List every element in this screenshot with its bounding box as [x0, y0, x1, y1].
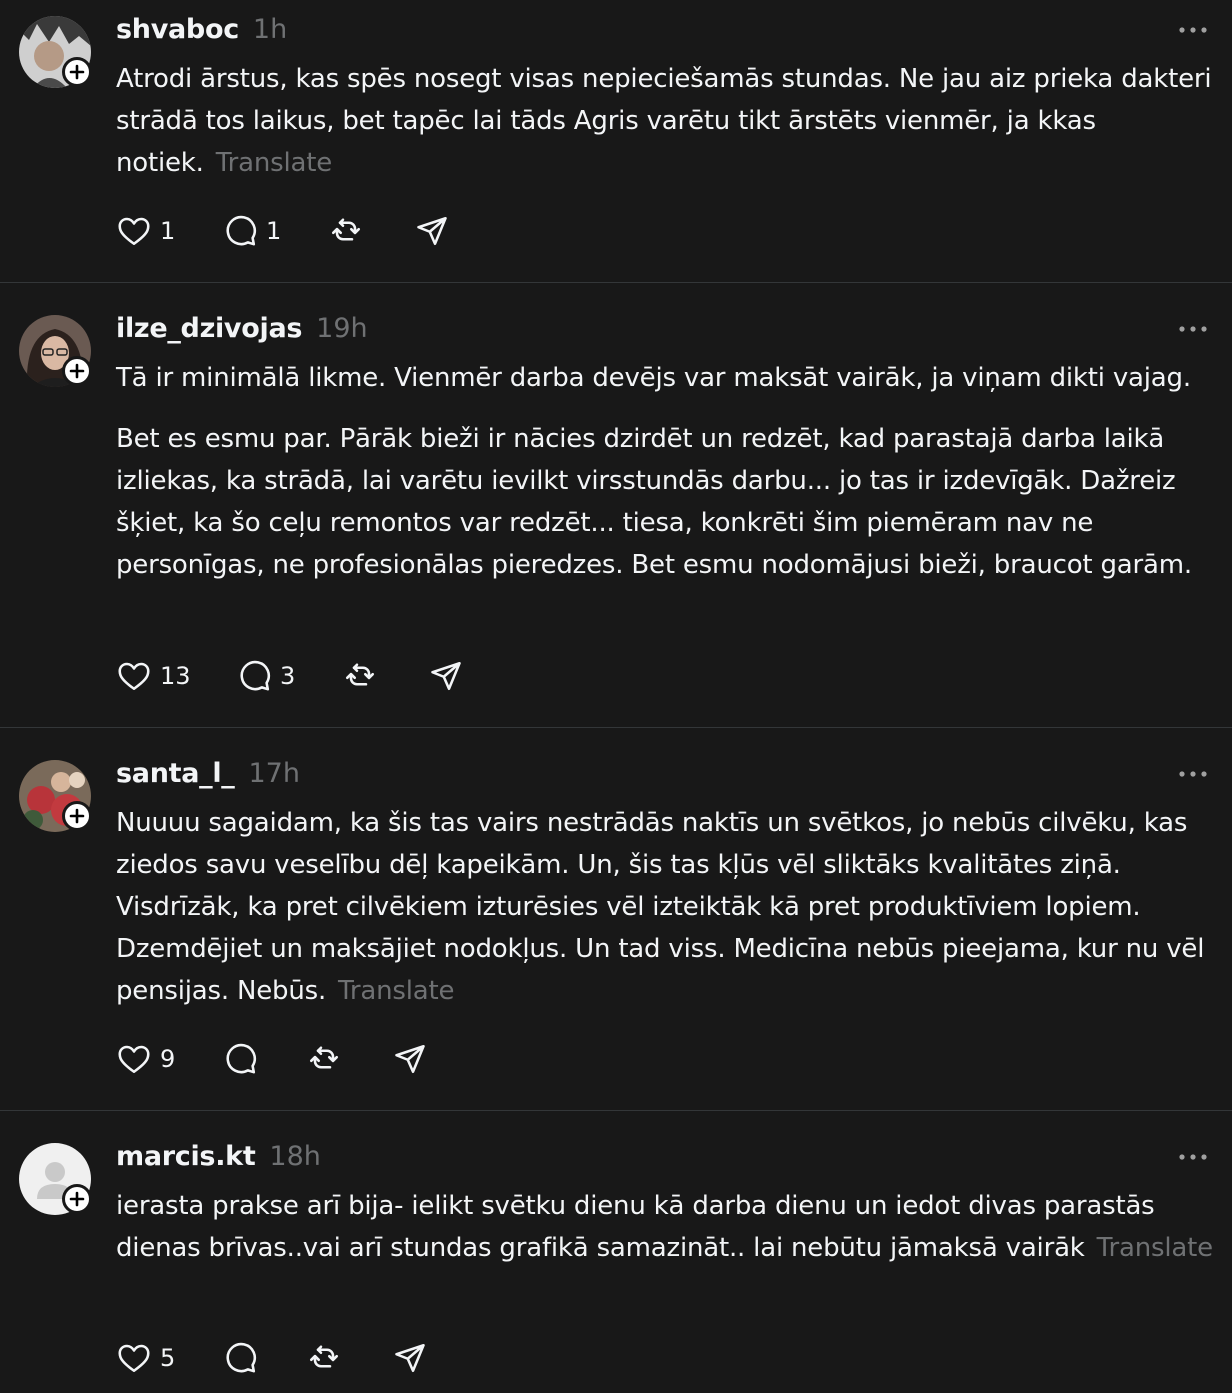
send-icon	[417, 216, 447, 246]
plus-icon	[69, 808, 85, 824]
post-time[interactable]: 19h	[316, 313, 367, 344]
post-text: Tā ir minimālā likme. Vienmēr darba devē…	[116, 357, 1216, 586]
like-count: 9	[160, 1045, 176, 1073]
heart-icon	[118, 1045, 150, 1074]
reply-count: 1	[266, 217, 282, 245]
send-icon	[395, 1044, 425, 1074]
post-time[interactable]: 17h	[249, 758, 300, 789]
comment-icon	[226, 215, 256, 246]
like-button[interactable]: 1	[116, 213, 175, 249]
repost-icon	[345, 663, 375, 686]
username[interactable]: santa_l_	[116, 758, 235, 789]
repost-button[interactable]	[306, 1340, 342, 1376]
post-time[interactable]: 18h	[269, 1141, 320, 1172]
follow-button[interactable]	[62, 57, 92, 87]
username[interactable]: shvaboc	[116, 14, 239, 45]
more-dots-icon[interactable]	[1178, 25, 1208, 35]
comment-icon	[226, 1043, 256, 1074]
follow-button[interactable]	[62, 1184, 92, 1214]
more-dots-icon[interactable]	[1178, 324, 1208, 334]
share-button[interactable]	[392, 1340, 428, 1376]
plus-icon	[69, 363, 85, 379]
post-time[interactable]: 1h	[253, 14, 287, 45]
like-count: 5	[160, 1344, 176, 1372]
reply-button[interactable]	[222, 1041, 258, 1077]
comment-icon	[240, 660, 270, 691]
share-button[interactable]	[392, 1041, 428, 1077]
divider	[0, 727, 1232, 728]
post-text: Atrodi ārstus, kas spēs nosegt visas nep…	[116, 58, 1216, 184]
reply-button[interactable]: 3	[236, 658, 295, 694]
share-button[interactable]	[414, 213, 450, 249]
plus-icon	[69, 64, 85, 80]
heart-icon	[118, 662, 150, 691]
divider	[0, 1110, 1232, 1111]
post-paragraph: Tā ir minimālā likme. Vienmēr darba devē…	[116, 363, 1191, 393]
plus-icon	[69, 1191, 85, 1207]
share-button[interactable]	[428, 658, 464, 694]
post-text: ierasta prakse arī bija- ielikt svētku d…	[116, 1185, 1216, 1269]
heart-icon	[118, 1344, 150, 1373]
avatar[interactable]	[19, 1143, 92, 1215]
translate-link[interactable]: Translate	[338, 976, 454, 1006]
like-button[interactable]: 9	[116, 1041, 175, 1077]
translate-link[interactable]: Translate	[1097, 1233, 1213, 1263]
follow-button[interactable]	[62, 801, 92, 831]
username[interactable]: marcis.kt	[116, 1141, 256, 1172]
reply-count: 3	[280, 662, 296, 690]
post-paragraph: Bet es esmu par. Pārāk bieži ir nācies d…	[116, 424, 1192, 580]
repost-icon	[309, 1046, 339, 1069]
divider	[0, 282, 1232, 283]
comment-icon	[226, 1342, 256, 1373]
post-paragraph: ierasta prakse arī bija- ielikt svētku d…	[116, 1191, 1155, 1263]
post-paragraph: Nuuuu sagaidam, ka šis tas vairs nestrād…	[116, 808, 1205, 1006]
heart-icon	[118, 217, 150, 246]
avatar[interactable]	[19, 16, 92, 88]
like-count: 1	[160, 217, 176, 245]
repost-button[interactable]	[342, 658, 378, 694]
follow-button[interactable]	[62, 356, 92, 386]
username[interactable]: ilze_dzivojas	[116, 313, 302, 344]
send-icon	[395, 1343, 425, 1373]
avatar[interactable]	[19, 760, 92, 832]
like-count: 13	[160, 662, 191, 690]
repost-button[interactable]	[306, 1041, 342, 1077]
reply-button[interactable]	[222, 1340, 258, 1376]
repost-icon	[309, 1345, 339, 1368]
more-dots-icon[interactable]	[1178, 1152, 1208, 1162]
translate-link[interactable]: Translate	[216, 148, 332, 178]
more-dots-icon[interactable]	[1178, 769, 1208, 779]
like-button[interactable]: 13	[116, 658, 191, 694]
repost-icon	[331, 218, 361, 241]
post-text: Nuuuu sagaidam, ka šis tas vairs nestrād…	[116, 802, 1216, 1012]
send-icon	[431, 661, 461, 691]
like-button[interactable]: 5	[116, 1340, 175, 1376]
repost-button[interactable]	[328, 213, 364, 249]
avatar[interactable]	[19, 315, 92, 387]
reply-button[interactable]: 1	[222, 213, 281, 249]
